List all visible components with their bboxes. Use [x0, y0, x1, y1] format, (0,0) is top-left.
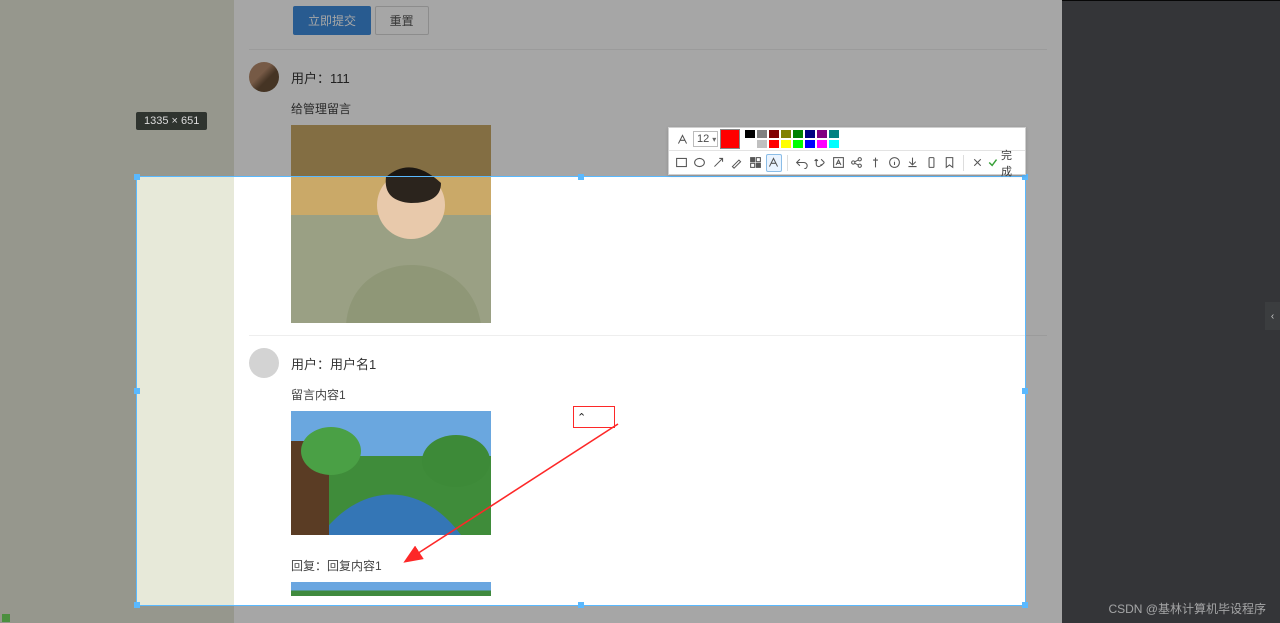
screenshot-selection-viewport: 立即提交 重置 用户：111 给管理留言 [136, 176, 1026, 606]
toolbar-row-tools: 完成 [669, 151, 1025, 174]
color-swatch[interactable] [792, 139, 804, 149]
post-image [291, 411, 491, 535]
text-cursor-icon: ⌃ [577, 411, 586, 424]
color-swatch[interactable] [768, 129, 780, 139]
color-swatch[interactable] [744, 129, 756, 139]
undo-icon[interactable] [793, 154, 810, 172]
toolbar-row-style: 12 ▾ [669, 128, 1025, 151]
screenshot-toolbar: 12 ▾ 完成 [668, 127, 1026, 175]
post-image [291, 176, 491, 323]
color-palette [744, 129, 848, 149]
watermark-text: CSDN @基林计算机毕设程序 [1108, 600, 1266, 617]
pin-tool-icon[interactable] [867, 154, 884, 172]
done-button[interactable]: 完成 [987, 147, 1021, 179]
phone-tool-icon[interactable] [923, 154, 940, 172]
origin-indicator [2, 614, 10, 622]
color-swatch[interactable] [756, 139, 768, 149]
color-swatch[interactable] [780, 139, 792, 149]
bookmark-tool-icon[interactable] [941, 154, 958, 172]
post-caption: 给管理留言 [291, 100, 1047, 117]
submit-button[interactable]: 立即提交 [293, 6, 371, 35]
color-swatch[interactable] [816, 139, 828, 149]
text-tool-icon[interactable] [766, 154, 783, 172]
selection-size-badge: 1335 × 651 [136, 112, 207, 130]
done-label: 完成 [1001, 147, 1021, 179]
ocr-tool-icon[interactable] [830, 154, 847, 172]
color-swatch[interactable] [768, 139, 780, 149]
arrow-tool-icon[interactable] [710, 154, 727, 172]
avatar [249, 62, 279, 92]
pen-tool-icon[interactable] [729, 154, 746, 172]
font-size-value: 12 [697, 133, 709, 145]
reset-button[interactable]: 重置 [375, 6, 429, 35]
info-tool-icon[interactable] [886, 154, 903, 172]
font-tool-icon[interactable] [673, 130, 691, 148]
separator [787, 155, 788, 171]
ellipse-tool-icon[interactable] [692, 154, 709, 172]
color-swatch[interactable] [792, 129, 804, 139]
redo-icon[interactable] [812, 154, 829, 172]
color-swatch[interactable] [804, 139, 816, 149]
avatar [249, 348, 279, 378]
color-swatch[interactable] [828, 129, 840, 139]
font-size-select[interactable]: 12 ▾ [693, 131, 718, 147]
annotation-rectangle[interactable]: ⌃ [573, 406, 615, 428]
user-name: 111 [330, 71, 350, 86]
color-swatch[interactable] [756, 129, 768, 139]
color-swatch[interactable] [744, 139, 756, 149]
color-swatch[interactable] [828, 139, 840, 149]
selected-color-swatch[interactable] [720, 129, 740, 149]
mosaic-tool-icon[interactable] [747, 154, 764, 172]
rect-tool-icon[interactable] [673, 154, 690, 172]
color-swatch[interactable] [816, 129, 828, 139]
download-icon[interactable] [904, 154, 921, 172]
share-tool-icon[interactable] [849, 154, 866, 172]
close-icon[interactable] [969, 154, 986, 172]
color-swatch[interactable] [780, 129, 792, 139]
collapse-side-tab[interactable]: ‹ [1265, 302, 1280, 330]
chevron-down-icon: ▾ [712, 135, 716, 144]
post-image [291, 582, 491, 596]
color-swatch[interactable] [804, 129, 816, 139]
user-prefix: 用户： [291, 71, 330, 86]
separator [963, 155, 964, 171]
